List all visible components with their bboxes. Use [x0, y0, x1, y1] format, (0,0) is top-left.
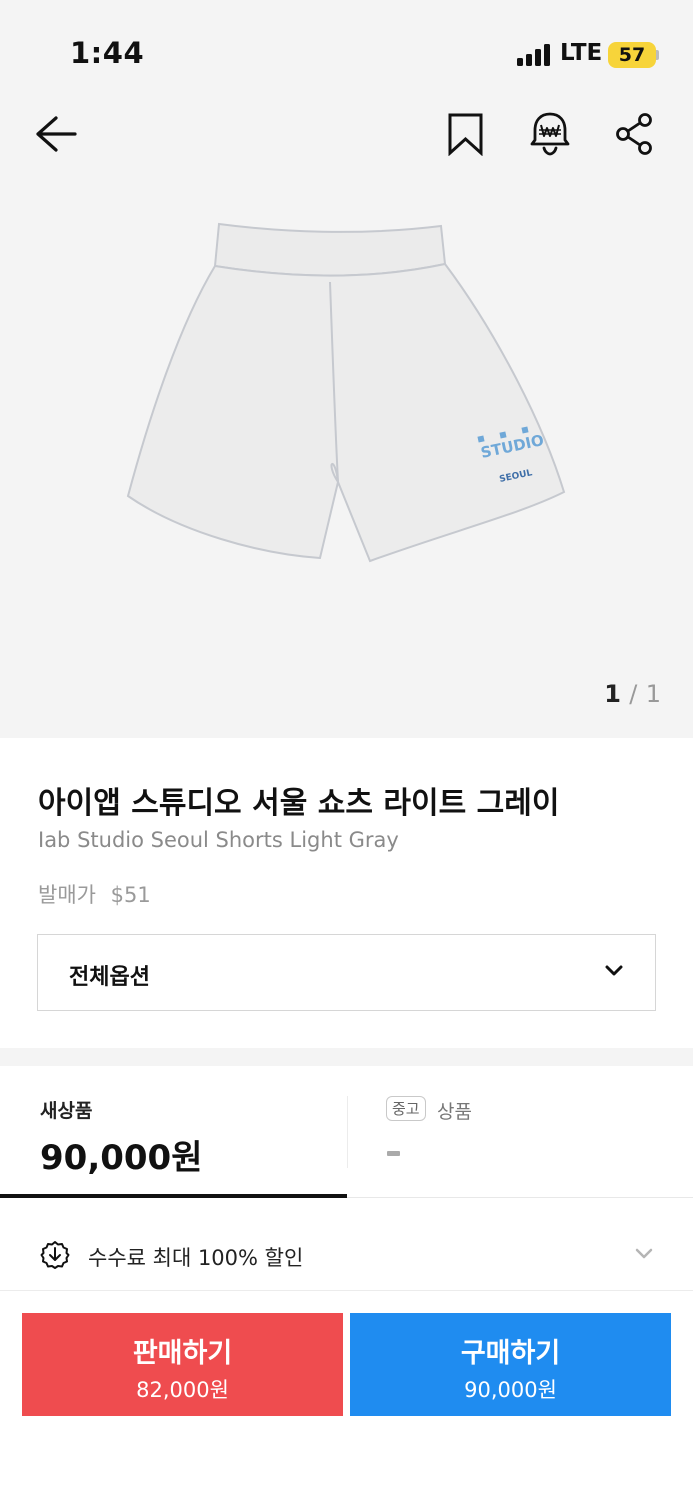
pager-separator: / — [629, 680, 638, 708]
buy-button-price: 90,000원 — [464, 1378, 557, 1402]
battery-icon: 57 — [608, 42, 656, 68]
fee-discount-row[interactable]: 수수료 최대 100% 할인 — [0, 1218, 693, 1290]
status-time: 1:44 — [70, 36, 145, 70]
tab-new-price: 90,000원 — [40, 1138, 203, 1178]
sell-button-price: 82,000원 — [136, 1378, 229, 1402]
tab-used-label: 상품 — [437, 1101, 472, 1123]
network-type: LTE — [560, 40, 603, 66]
sell-button[interactable]: 판매하기 82,000원 — [22, 1313, 343, 1416]
bookmark-icon[interactable] — [446, 112, 486, 156]
tab-new-product[interactable]: 새상품 90,000원 — [0, 1066, 347, 1199]
section-divider — [0, 1048, 693, 1066]
pager-current: 1 — [604, 680, 621, 708]
shorts-image: STUDIO SEOUL — [126, 222, 566, 563]
release-price-row: 발매가 $51 — [38, 879, 151, 909]
share-icon[interactable] — [614, 112, 654, 156]
product-title-english: Iab Studio Seoul Shorts Light Gray — [38, 828, 399, 852]
price-alert-bell-icon[interactable] — [528, 110, 572, 158]
sell-button-label: 판매하기 — [132, 1338, 233, 1369]
bottom-action-bar: 판매하기 82,000원 구매하기 90,000원 — [0, 1290, 693, 1500]
used-badge: 중고 — [386, 1096, 426, 1121]
buy-button-label: 구매하기 — [460, 1338, 561, 1369]
tab-used-price — [387, 1151, 400, 1156]
chevron-down-icon — [635, 1248, 653, 1259]
release-price-label: 발매가 — [38, 883, 96, 907]
battery-tip — [656, 50, 659, 60]
active-tab-indicator — [0, 1194, 347, 1198]
buy-button[interactable]: 구매하기 90,000원 — [350, 1313, 671, 1416]
pager-total: 1 — [645, 680, 661, 708]
chevron-down-icon — [605, 965, 623, 976]
arrow-left-icon[interactable] — [34, 114, 78, 154]
product-image-gallery[interactable]: STUDIO SEOUL 1 / 1 — [0, 170, 693, 738]
size-option-select[interactable]: 전체옵션 — [37, 934, 656, 1011]
tab-new-label: 새상품 — [40, 1100, 93, 1122]
option-select-label: 전체옵션 — [69, 965, 150, 990]
tab-vertical-divider — [347, 1096, 348, 1168]
nav-bar — [0, 100, 693, 170]
gallery-pager: 1 / 1 — [604, 680, 661, 708]
signal-strength-icon — [517, 44, 553, 66]
tab-used-product[interactable]: 중고 상품 — [347, 1066, 693, 1199]
discount-download-icon — [40, 1241, 70, 1269]
release-price-value: $51 — [110, 883, 151, 907]
status-bar: 1:44 LTE 57 — [0, 0, 693, 100]
fee-discount-text: 수수료 최대 100% 할인 — [88, 1246, 304, 1270]
product-title-korean: 아이앱 스튜디오 서울 쇼츠 라이트 그레이 — [38, 786, 560, 821]
